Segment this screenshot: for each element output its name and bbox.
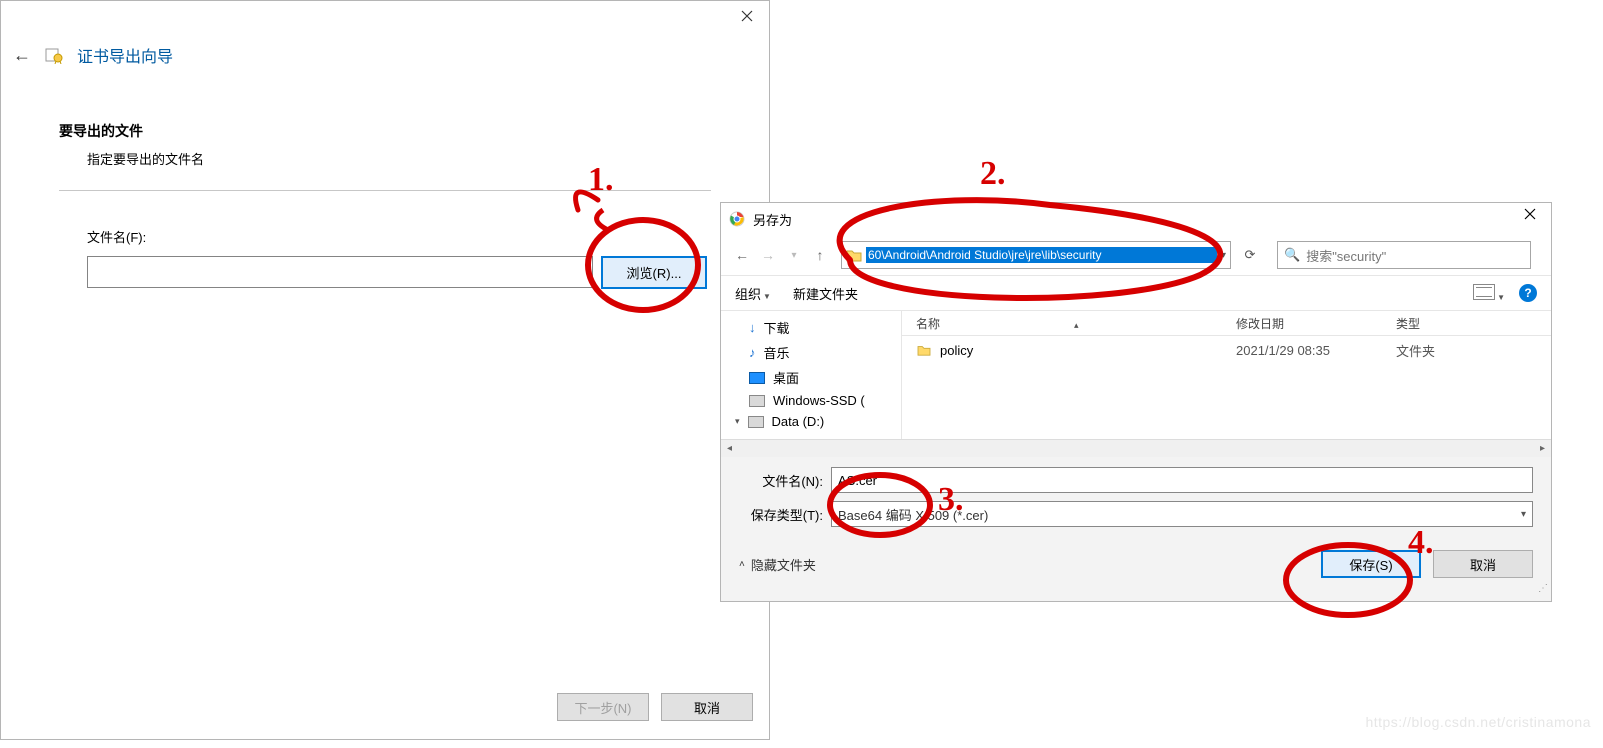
disk-icon xyxy=(749,395,765,407)
saveas-footer: ˄ 隐藏文件夹 保存(S) 取消 xyxy=(721,541,1551,587)
svg-text:2.: 2. xyxy=(980,155,1006,192)
file-row[interactable]: policy 2021/1/29 08:35 文件夹 xyxy=(902,336,1551,364)
close-icon[interactable] xyxy=(1515,207,1545,223)
cancel-button[interactable]: 取消 xyxy=(661,693,753,721)
chevron-down-icon: ▼ xyxy=(1497,293,1505,302)
search-input[interactable]: 🔍 搜索"security" xyxy=(1277,241,1531,269)
nav-up-icon[interactable]: ↑ xyxy=(809,247,831,263)
filename-label: 文件名(N): xyxy=(739,471,823,490)
list-view-icon xyxy=(1473,284,1495,300)
new-folder-button[interactable]: 新建文件夹 xyxy=(793,284,858,303)
chrome-icon xyxy=(729,211,745,227)
next-button[interactable]: 下一步(N) xyxy=(557,693,649,721)
column-date[interactable]: 修改日期 xyxy=(1236,315,1396,332)
saveas-title: 另存为 xyxy=(753,210,792,229)
nav-item-windows-ssd[interactable]: Windows-SSD ( xyxy=(721,390,901,411)
chevron-down-icon: ▼ xyxy=(763,292,771,301)
file-type: 文件夹 xyxy=(1396,341,1551,360)
file-list-pane: 名称▴ 修改日期 类型 policy 2021/1/29 08:35 文件夹 xyxy=(902,311,1551,439)
browse-button[interactable]: 浏览(R)... xyxy=(601,256,707,289)
wizard-body: 要导出的文件 指定要导出的文件名 文件名(F): 浏览(R)... xyxy=(59,121,711,289)
divider xyxy=(59,190,711,191)
view-mode-button[interactable]: ▼ xyxy=(1473,284,1505,303)
saveas-toolbar: 组织▼ 新建文件夹 ▼ ? xyxy=(721,276,1551,311)
filename-label: 文件名(F): xyxy=(87,227,711,246)
sort-caret-icon: ▴ xyxy=(1074,320,1079,330)
wizard-header: ← 证书导出向导 xyxy=(13,43,173,67)
section-heading: 要导出的文件 xyxy=(59,121,711,141)
music-icon: ♪ xyxy=(749,345,756,360)
address-box[interactable]: 60\Android\Android Studio\jre\jre\lib\se… xyxy=(841,241,1231,269)
hide-folders-toggle[interactable]: ˄ 隐藏文件夹 xyxy=(739,555,816,574)
resize-grip-icon[interactable]: ⋰ xyxy=(1536,586,1548,598)
wizard-titlebar xyxy=(1,1,769,45)
nav-item-music[interactable]: ♪音乐 xyxy=(721,340,901,365)
file-name: policy xyxy=(940,343,973,358)
chevron-up-icon: ˄ xyxy=(739,559,745,570)
section-subheading: 指定要导出的文件名 xyxy=(87,149,711,168)
nav-pane: ↓下载 ♪音乐 桌面 Windows-SSD ( ▾Data (D:) xyxy=(721,311,902,439)
column-name[interactable]: 名称▴ xyxy=(902,315,1236,332)
nav-item-desktop[interactable]: 桌面 xyxy=(721,365,901,390)
wizard-footer: 下一步(N) 取消 xyxy=(557,693,753,721)
cancel-button[interactable]: 取消 xyxy=(1433,550,1533,578)
folder-icon xyxy=(916,344,932,356)
save-button[interactable]: 保存(S) xyxy=(1321,550,1421,578)
chevron-down-icon: ▾ xyxy=(735,416,740,427)
download-icon: ↓ xyxy=(749,320,756,335)
search-placeholder: 搜索"security" xyxy=(1306,246,1386,265)
saveas-body: ↓下载 ♪音乐 桌面 Windows-SSD ( ▾Data (D:) 名称▴ … xyxy=(721,311,1551,439)
address-bar: ← → ▾ ↑ 60\Android\Android Studio\jre\jr… xyxy=(721,235,1551,276)
back-arrow-icon[interactable]: ← xyxy=(13,45,31,66)
filename-input[interactable] xyxy=(87,256,593,288)
nav-back-icon[interactable]: ← xyxy=(731,247,753,263)
saveas-fields: 文件名(N): 保存类型(T): Base64 编码 X.509 (*.cer)… xyxy=(721,457,1551,541)
scroll-right-icon[interactable]: ▸ xyxy=(1534,443,1551,454)
column-headers: 名称▴ 修改日期 类型 xyxy=(902,311,1551,336)
help-icon[interactable]: ? xyxy=(1519,284,1537,302)
nav-item-downloads[interactable]: ↓下载 xyxy=(721,315,901,340)
file-date: 2021/1/29 08:35 xyxy=(1236,343,1396,358)
filetype-value: Base64 编码 X.509 (*.cer) xyxy=(838,505,988,524)
search-icon: 🔍 xyxy=(1284,247,1300,263)
nav-forward-icon[interactable]: → xyxy=(757,247,779,263)
folder-icon xyxy=(846,248,862,262)
disk-icon xyxy=(748,416,764,428)
watermark: https://blog.csdn.net/cristinamona xyxy=(1365,714,1591,730)
organize-menu[interactable]: 组织▼ xyxy=(735,284,771,303)
chevron-down-icon: ▾ xyxy=(1521,509,1526,520)
desktop-icon xyxy=(749,372,765,384)
column-type[interactable]: 类型 xyxy=(1396,315,1551,332)
wizard-title: 证书导出向导 xyxy=(77,43,173,67)
chevron-down-icon[interactable]: ▾ xyxy=(1221,250,1226,261)
certificate-icon xyxy=(45,46,63,64)
address-path: 60\Android\Android Studio\jre\jre\lib\se… xyxy=(866,247,1217,263)
filetype-label: 保存类型(T): xyxy=(739,505,823,524)
close-icon[interactable] xyxy=(725,1,769,31)
saveas-titlebar: 另存为 xyxy=(721,203,1551,235)
nav-item-data-d[interactable]: ▾Data (D:) xyxy=(721,411,901,432)
save-as-dialog: 另存为 ← → ▾ ↑ 60\Android\Android Studio\jr… xyxy=(720,202,1552,602)
filename-input[interactable] xyxy=(831,467,1533,493)
filetype-select[interactable]: Base64 编码 X.509 (*.cer) ▾ xyxy=(831,501,1533,527)
cert-export-wizard-window: ← 证书导出向导 要导出的文件 指定要导出的文件名 文件名(F): 浏览(R).… xyxy=(0,0,770,740)
scroll-left-icon[interactable]: ◂ xyxy=(721,443,738,454)
horizontal-scrollbar[interactable]: ◂ ▸ xyxy=(721,439,1551,457)
nav-recent-icon[interactable]: ▾ xyxy=(783,250,805,261)
refresh-icon[interactable]: ⟳ xyxy=(1239,247,1261,263)
